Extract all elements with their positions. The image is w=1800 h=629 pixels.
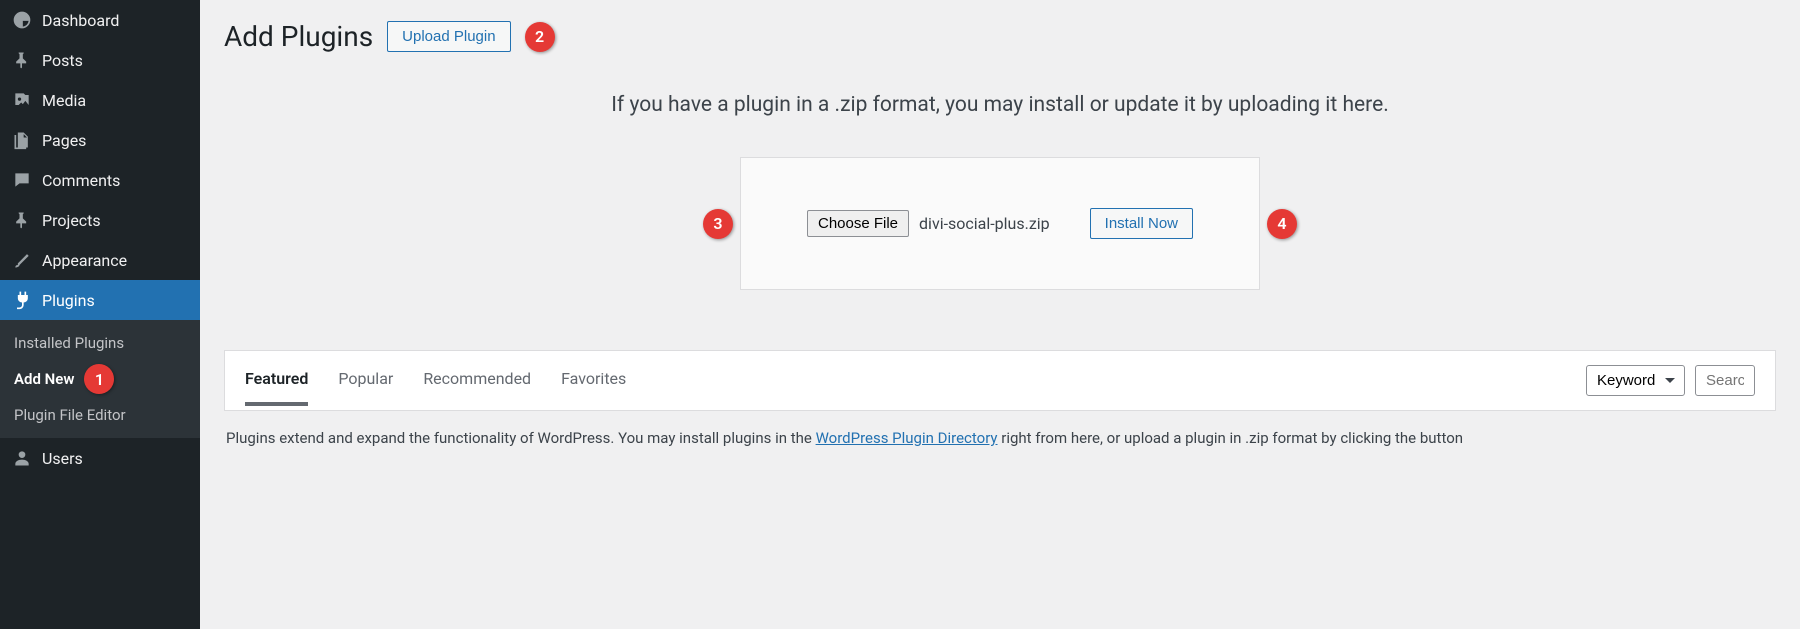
upload-instruction-text: If you have a plugin in a .zip format, y… — [224, 93, 1776, 117]
annotation-badge-3: 3 — [703, 209, 733, 239]
page-header: Add Plugins Upload Plugin 2 — [224, 20, 1776, 53]
description-post: right from here, or upload a plugin in .… — [998, 429, 1464, 447]
page-title: Add Plugins — [224, 20, 373, 53]
dashboard-icon — [12, 10, 32, 30]
submenu-label: Installed Plugins — [14, 334, 124, 352]
search-input[interactable] — [1695, 365, 1755, 396]
choose-file-button[interactable]: Choose File — [807, 210, 909, 237]
description-pre: Plugins extend and expand the functional… — [226, 429, 816, 447]
selected-file-name: divi-social-plus.zip — [919, 214, 1050, 233]
install-now-button[interactable]: Install Now — [1090, 208, 1193, 239]
user-icon — [12, 448, 32, 468]
annotation-badge-4: 4 — [1267, 209, 1297, 239]
submenu-plugin-file-editor[interactable]: Plugin File Editor — [0, 400, 200, 430]
sidebar-label: Appearance — [42, 251, 127, 270]
submenu-label: Plugin File Editor — [14, 406, 126, 424]
pin-icon — [12, 210, 32, 230]
media-icon — [12, 90, 32, 110]
sidebar-label: Dashboard — [42, 11, 119, 30]
sidebar-label: Plugins — [42, 291, 95, 310]
sidebar-label: Posts — [42, 51, 83, 70]
submenu-add-new[interactable]: Add New 1 — [0, 358, 200, 400]
sidebar-label: Projects — [42, 211, 101, 230]
sidebar-item-appearance[interactable]: Appearance — [0, 240, 200, 280]
brush-icon — [12, 250, 32, 270]
sidebar-item-posts[interactable]: Posts — [0, 40, 200, 80]
tab-recommended[interactable]: Recommended — [423, 369, 531, 406]
keyword-select[interactable]: Keyword — [1586, 365, 1685, 396]
filter-bar: Featured Popular Recommended Favorites K… — [224, 350, 1776, 411]
comment-icon — [12, 170, 32, 190]
sidebar-item-media[interactable]: Media — [0, 80, 200, 120]
tab-favorites[interactable]: Favorites — [561, 369, 626, 406]
sidebar-item-users[interactable]: Users — [0, 438, 200, 478]
tab-popular[interactable]: Popular — [338, 369, 393, 406]
plugin-directory-link[interactable]: WordPress Plugin Directory — [816, 429, 998, 447]
annotation-badge-2: 2 — [525, 22, 555, 52]
annotation-badge-1: 1 — [84, 364, 114, 394]
plug-icon — [12, 290, 32, 310]
filter-tabs: Featured Popular Recommended Favorites — [245, 369, 626, 406]
pin-icon — [12, 50, 32, 70]
sidebar-label: Comments — [42, 171, 120, 190]
pages-icon — [12, 130, 32, 150]
sidebar-item-plugins[interactable]: Plugins — [0, 280, 200, 320]
file-input-group: Choose File divi-social-plus.zip — [807, 210, 1050, 237]
sidebar-label: Users — [42, 449, 83, 468]
filter-right-controls: Keyword — [1586, 365, 1755, 410]
sidebar-item-pages[interactable]: Pages — [0, 120, 200, 160]
upload-plugin-button[interactable]: Upload Plugin — [387, 21, 510, 52]
plugins-submenu: Installed Plugins Add New 1 Plugin File … — [0, 320, 200, 438]
sidebar-item-dashboard[interactable]: Dashboard — [0, 0, 200, 40]
admin-sidebar: Dashboard Posts Media Pages Comments Pro… — [0, 0, 200, 629]
sidebar-item-comments[interactable]: Comments — [0, 160, 200, 200]
sidebar-label: Pages — [42, 131, 86, 150]
main-content: Add Plugins Upload Plugin 2 If you have … — [200, 0, 1800, 629]
sidebar-item-projects[interactable]: Projects — [0, 200, 200, 240]
upload-box: 3 Choose File divi-social-plus.zip Insta… — [740, 157, 1260, 290]
submenu-installed-plugins[interactable]: Installed Plugins — [0, 328, 200, 358]
submenu-label: Add New — [14, 370, 74, 388]
plugins-description: Plugins extend and expand the functional… — [224, 411, 1776, 447]
tab-featured[interactable]: Featured — [245, 369, 308, 406]
sidebar-label: Media — [42, 91, 86, 110]
